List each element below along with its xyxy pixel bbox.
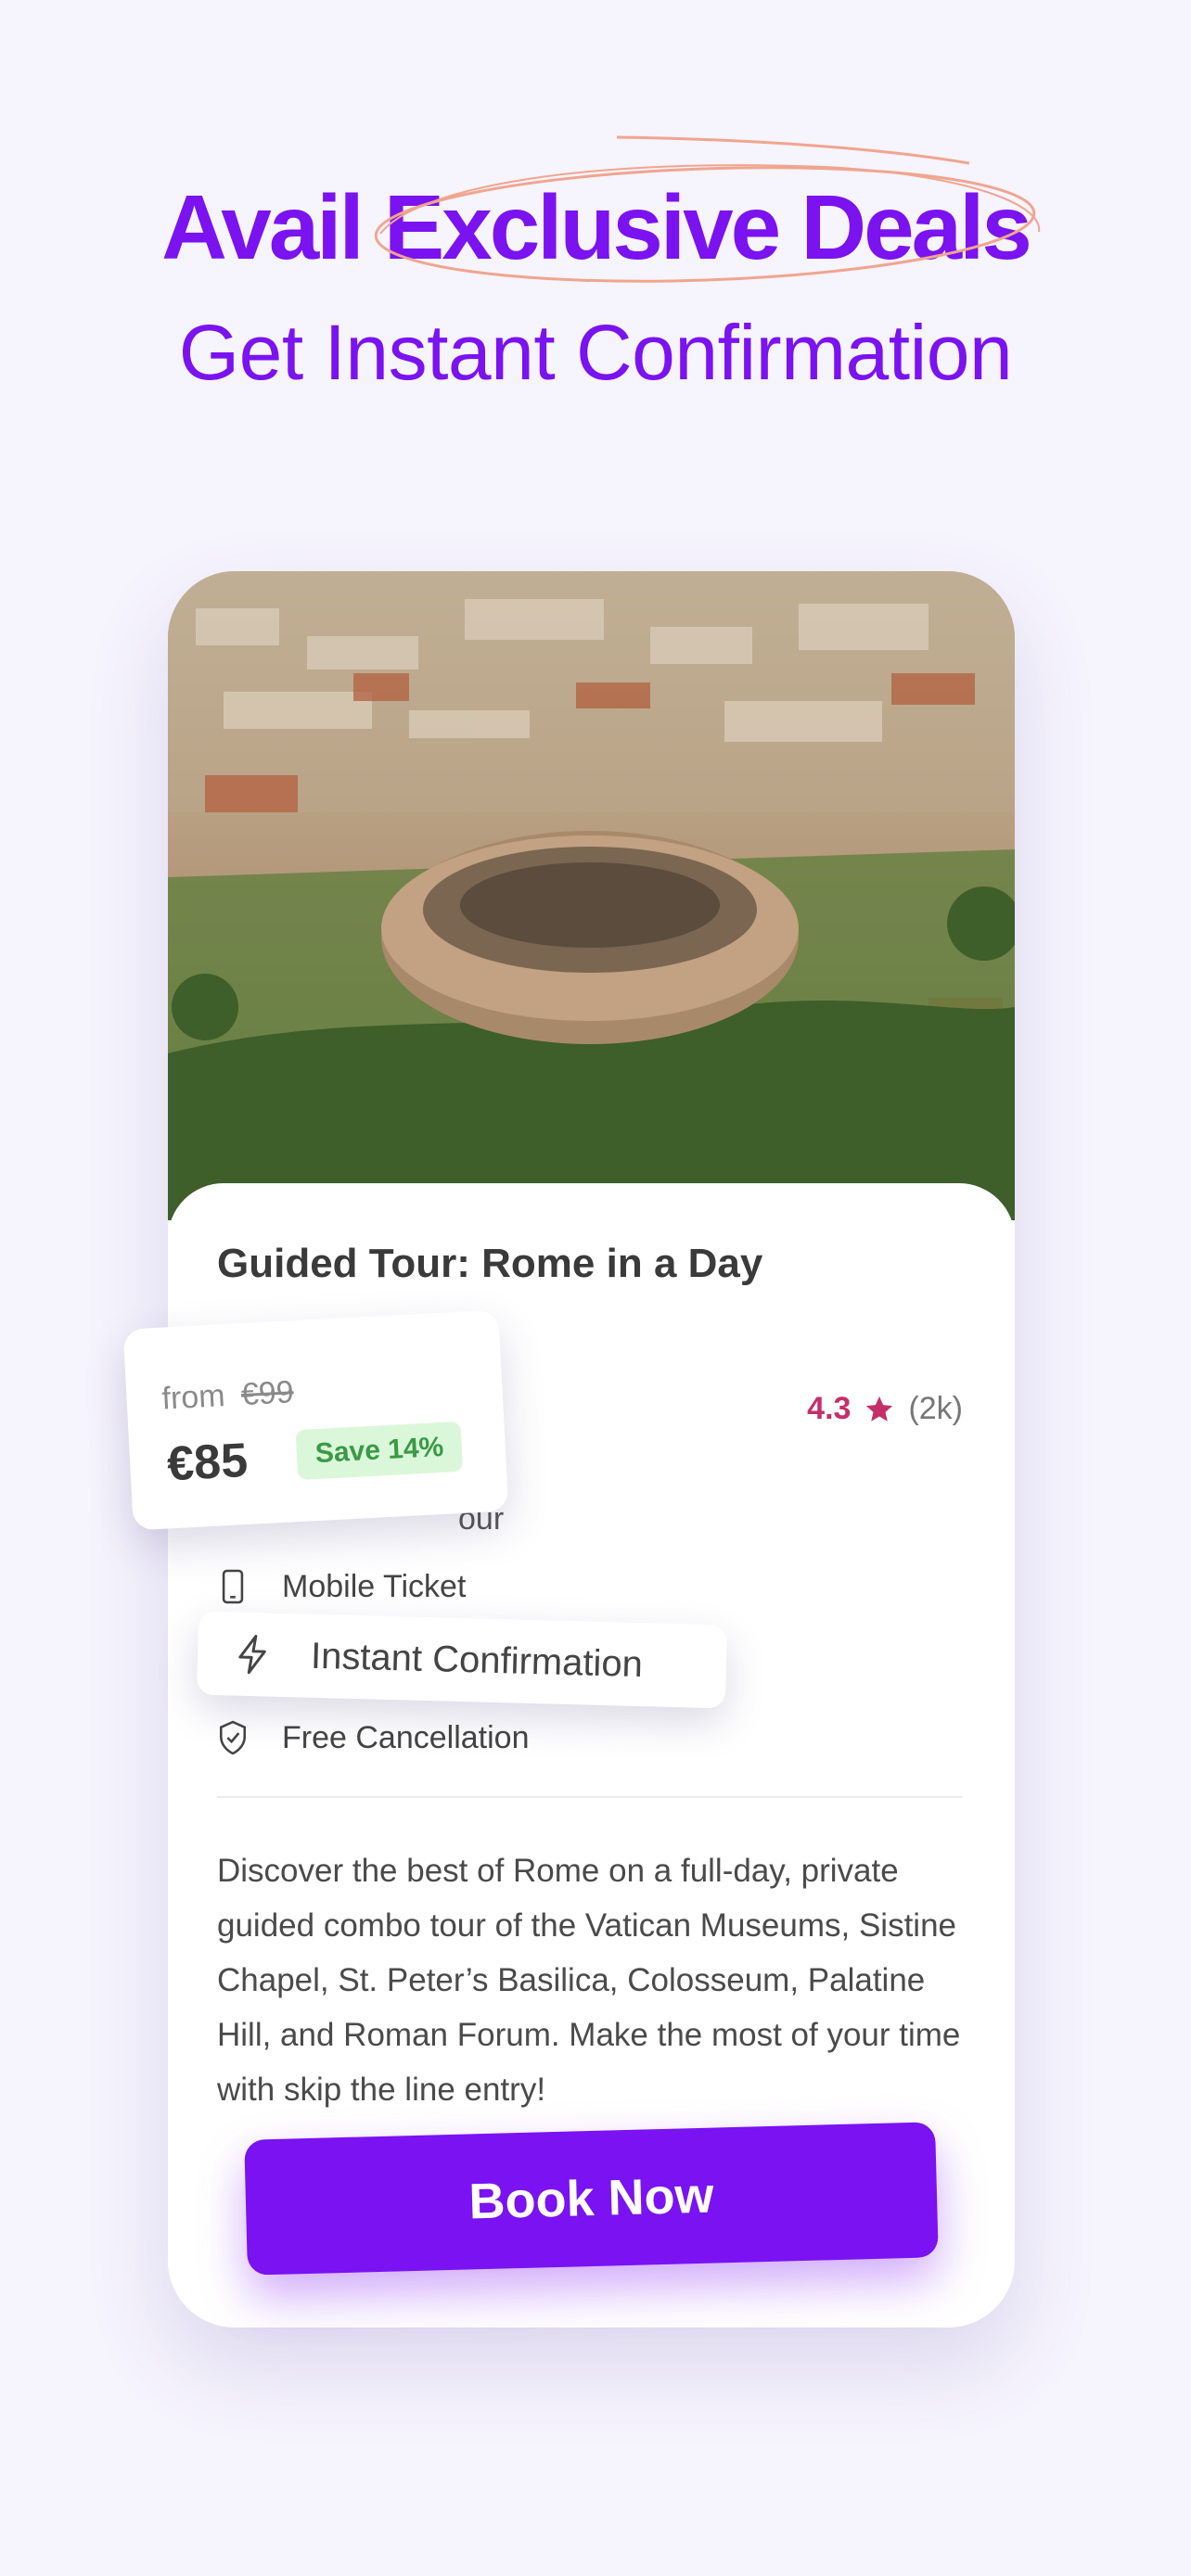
star-icon	[866, 1396, 893, 1422]
original-price: €99	[239, 1374, 295, 1413]
rating: 4.3 (2k)	[807, 1391, 963, 1427]
subheadline: Get Instant Confirmation	[178, 309, 1013, 396]
rating-count: (2k)	[908, 1391, 963, 1426]
tour-description: Discover the best of Rome on a full-day,…	[217, 1853, 961, 2108]
colosseum-image	[168, 571, 1015, 1220]
shield-check-icon	[219, 1720, 247, 1755]
price-from: from €99	[161, 1374, 295, 1417]
from-label: from	[160, 1378, 226, 1417]
tour-photo	[168, 571, 1015, 1220]
rating-score: 4.3	[807, 1391, 852, 1426]
price-card: from €99 €85 Save 14%	[122, 1309, 509, 1531]
tour-title: Guided Tour: Rome in a Day	[217, 1241, 763, 1286]
feature-mobile-ticket: Mobile Ticket	[217, 1568, 466, 1605]
instant-confirmation-label: Instant Confirmation	[310, 1635, 644, 1685]
lightning-icon	[238, 1634, 266, 1675]
feature-mobile-ticket-label: Mobile Ticket	[282, 1568, 467, 1604]
mobile-ticket-icon	[222, 1569, 244, 1604]
divider	[217, 1796, 963, 1798]
feature-free-cancellation: Free Cancellation	[217, 1719, 529, 1756]
feature-free-cancellation-label: Free Cancellation	[282, 1719, 530, 1755]
save-badge: Save 14%	[295, 1421, 464, 1481]
current-price: €85	[165, 1433, 250, 1492]
headline: Avail Exclusive Deals	[161, 176, 1032, 278]
feature-instant-confirmation: Instant Confirmation	[196, 1611, 728, 1709]
book-now-button[interactable]: Book Now	[244, 2122, 939, 2276]
